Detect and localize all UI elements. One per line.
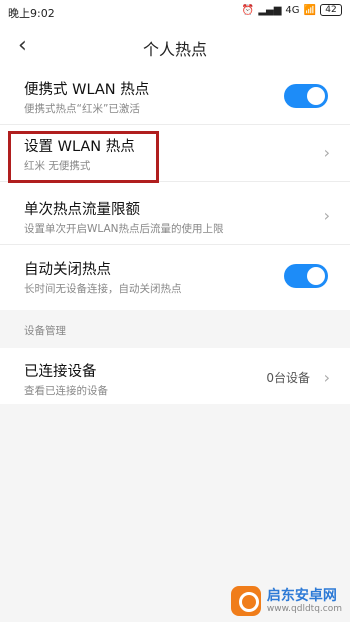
- wifi-icon: 📶: [303, 4, 316, 16]
- title-bar: ‹ 个人热点: [0, 24, 350, 68]
- chevron-right-icon: ›: [323, 143, 330, 162]
- setting-portable-wlan-hotspot[interactable]: 便携式 WLAN 热点 便携式热点“红米”已激活: [0, 68, 350, 124]
- status-icons: ⏰ ▂▄▆ 4G 📶 42: [242, 4, 342, 16]
- device-management-section-header: 设备管理: [0, 310, 350, 348]
- setting-connected-devices[interactable]: 已连接设备 查看已连接的设备 0台设备 ›: [0, 350, 350, 406]
- setting-label: 自动关闭热点: [24, 262, 111, 278]
- section-title: 设备管理: [24, 325, 66, 337]
- watermark-logo-icon: [230, 586, 261, 616]
- setting-label: 已连接设备: [24, 364, 97, 380]
- highlight-box: [8, 131, 159, 183]
- auto-close-toggle[interactable]: [284, 264, 328, 288]
- setting-label: 便携式 WLAN 热点: [24, 82, 150, 98]
- settings-panel: 便携式 WLAN 热点 便携式热点“红米”已激活 设置 WLAN 热点 红米 无…: [0, 68, 350, 404]
- setting-auto-close-hotspot[interactable]: 自动关闭热点 长时间无设备连接，自动关闭热点: [0, 248, 350, 304]
- alarm-icon: ⏰: [241, 4, 255, 16]
- setting-subtitle: 查看已连接的设备: [24, 385, 108, 397]
- network-type: 4G: [285, 4, 300, 16]
- connected-device-count: 0台设备: [266, 371, 310, 385]
- chevron-right-icon: ›: [323, 206, 330, 225]
- chevron-right-icon: ›: [323, 368, 330, 387]
- toggle-knob: [307, 87, 325, 105]
- setting-label: 单次热点流量限额: [24, 202, 140, 218]
- status-bar: 晚上9:02 ⏰ ▂▄▆ 4G 📶 42: [0, 0, 350, 24]
- watermark-url: www.qdldtq.com: [266, 604, 342, 614]
- page-title: 个人热点: [142, 40, 207, 59]
- signal-icon: ▂▄▆: [258, 4, 282, 16]
- divider: [0, 244, 350, 245]
- watermark: 启东安卓网 www.qdldtq.com: [230, 586, 342, 616]
- status-time: 晚上9:02: [8, 7, 55, 20]
- setting-data-limit[interactable]: 单次热点流量限额 设置单次开启WLAN热点后流量的使用上限 ›: [0, 188, 350, 244]
- portable-wlan-toggle[interactable]: [284, 84, 328, 108]
- battery-icon: 42: [320, 4, 342, 16]
- toggle-knob: [307, 267, 325, 285]
- setting-subtitle: 设置单次开启WLAN热点后流量的使用上限: [24, 223, 224, 235]
- setting-subtitle: 长时间无设备连接，自动关闭热点: [24, 283, 182, 295]
- watermark-name: 启东安卓网: [266, 588, 337, 604]
- setting-subtitle: 便携式热点“红米”已激活: [24, 103, 140, 115]
